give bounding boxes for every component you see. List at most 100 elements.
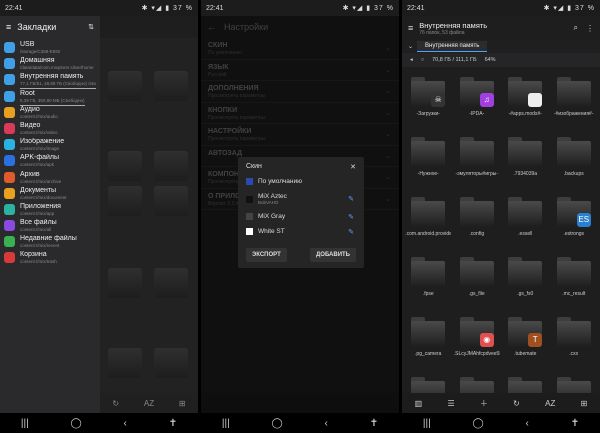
drawer-item[interactable]: Внутренняя память 77,1 ГБ/51, 48,88 ГБ (С… <box>0 70 100 90</box>
sort-button[interactable]: AZ <box>545 399 555 408</box>
tab-internal-storage[interactable]: Внутренняя память <box>417 41 488 52</box>
back-button[interactable]: ‹ <box>124 418 127 429</box>
folder-name: .7934039a <box>513 171 538 177</box>
home-button[interactable]: ◯ <box>473 418 484 429</box>
folder-item[interactable]: .config <box>453 191 502 251</box>
folder-item[interactable]: .cxx <box>550 311 599 371</box>
back-button[interactable]: ‹ <box>526 418 529 429</box>
drawer-item[interactable]: Изображение content://mix/image <box>0 135 100 151</box>
folder-name: -эмуляторы#игры- <box>455 171 499 177</box>
folder-item[interactable]: .backups <box>550 131 599 191</box>
select-icon[interactable]: ⊞ <box>179 399 186 408</box>
recents-button[interactable]: ||| <box>21 418 29 429</box>
list-view-icon[interactable]: ☰ <box>447 399 454 408</box>
drawer-item-text: Приложения content://mix/app <box>20 203 61 217</box>
phone-file-browser: 22:41 ✱ ▾◢ ▮ 37 % ≡ Внутренняя память 76… <box>402 0 600 433</box>
drawer-item-text: Недавние файлы content://mix/recent <box>20 235 77 249</box>
drawer-item[interactable]: APK-файлы content://mix/apk <box>0 151 100 167</box>
folder-item[interactable]: .essell <box>501 191 550 251</box>
recents-button[interactable]: ||| <box>423 418 431 429</box>
home-button[interactable]: ◯ <box>272 418 283 429</box>
back-button[interactable]: ‹ <box>325 418 328 429</box>
android-nav-bar: ||| ◯ ‹ ✝ <box>402 413 600 433</box>
folder-item[interactable]: .fpse <box>404 251 453 311</box>
folder-name: .config <box>469 231 485 237</box>
folder-item[interactable]: -#apps.mods#- <box>501 71 550 131</box>
drawer-item[interactable]: Домашняя/data/data/com.mixplorer.silver/… <box>0 54 100 70</box>
folder-item[interactable]: .gs_fs0 <box>501 251 550 311</box>
menu-icon[interactable]: ≡ <box>408 23 413 33</box>
edit-icon[interactable]: ✎ <box>348 195 354 203</box>
skin-option[interactable]: MiX Gray ✎ <box>246 209 356 224</box>
drawer-item-path: content://mix/audio <box>20 113 58 119</box>
drawer-item[interactable]: Приложения content://mix/app <box>0 200 100 216</box>
folder-badge-icon: ES <box>576 213 591 227</box>
drawer-item-path: content://mix/apk <box>20 162 55 168</box>
assistant-button[interactable]: ✝ <box>571 418 579 429</box>
add-button[interactable]: ДОБАВИТЬ <box>310 248 356 262</box>
folder-name: -Загрузки- <box>416 111 440 117</box>
drawer-item[interactable]: Документы content://mix/document <box>0 184 100 200</box>
status-time: 22:41 <box>206 4 224 12</box>
skin-option[interactable]: MiX Aztec BobVAHO ✎ <box>246 189 356 209</box>
home-button[interactable]: ◯ <box>71 418 82 429</box>
export-button[interactable]: ЭКСПОРТ <box>246 248 287 262</box>
skin-option[interactable]: По умолчанию <box>246 174 356 189</box>
skin-option[interactable]: White ST ✎ <box>246 224 356 239</box>
select-icon[interactable]: ⊞ <box>581 399 588 408</box>
folder-icon: ◉ <box>459 317 494 347</box>
add-icon[interactable]: ＋ <box>480 398 488 409</box>
folder-item[interactable]: -эмуляторы#игры- <box>453 131 502 191</box>
folder-item[interactable]: ☠ -Загрузки- <box>404 71 453 131</box>
edit-icon[interactable]: ✎ <box>348 228 354 236</box>
menu-icon[interactable]: ≡ <box>6 22 11 32</box>
tabs-icon[interactable]: ▥ <box>415 399 423 408</box>
chevron-down-icon[interactable]: ⌄ <box>408 43 413 50</box>
folder-icon <box>459 197 494 227</box>
folder-item[interactable]: -Нужное- <box>404 131 453 191</box>
refresh-icon[interactable]: ↻ <box>112 399 119 408</box>
folder-name: .essell <box>518 231 533 237</box>
sort-button[interactable]: AZ <box>144 399 154 408</box>
folder-item[interactable]: ◉ .SLcyJMAhfcpdvee5RUhdeyr_M+ <box>453 311 502 371</box>
drawer-item-text: Видео content://mix/video <box>20 122 58 136</box>
folder-placeholder <box>154 268 188 298</box>
drawer-item[interactable]: Архив content://mix/archive <box>0 168 100 184</box>
drawer-item[interactable]: USB/storage/C388-E592 <box>0 38 100 54</box>
assistant-button[interactable]: ✝ <box>370 418 378 429</box>
recents-button[interactable]: ||| <box>222 418 230 429</box>
refresh-icon[interactable]: ↻ <box>513 399 520 408</box>
folder-item[interactable]: ES .estrongs <box>550 191 599 251</box>
folder-placeholder <box>108 268 142 298</box>
folder-item[interactable]: .pg_camera <box>404 311 453 371</box>
edit-icon[interactable]: ✎ <box>348 213 354 221</box>
folder-item[interactable]: .mc_result <box>550 251 599 311</box>
more-icon[interactable]: ⋮ <box>586 24 594 33</box>
close-icon[interactable]: ✕ <box>350 163 356 174</box>
drawer-list: USB/storage/C388-E592 Домашняя/data/data/… <box>0 38 100 265</box>
assistant-button[interactable]: ✝ <box>169 418 177 429</box>
home-icon <box>4 58 15 70</box>
drawer-item[interactable]: Видео content://mix/video <box>0 119 100 135</box>
drawer-item[interactable]: Недавние файлы content://mix/recent <box>0 232 100 248</box>
drawer-item[interactable]: Корзина content://mix/trash <box>0 248 100 264</box>
folder-item[interactable]: .gs_file <box>453 251 502 311</box>
folder-name: .SLcyJMAhfcpdvee5RUhdeyr_M+ <box>453 351 500 357</box>
drawer-item[interactable]: Аудио content://mix/audio <box>0 103 100 119</box>
search-icon[interactable]: ⌕ <box>574 23 578 33</box>
status-icons: ✱ ▾◢ ▮ 37 % <box>543 5 595 12</box>
status-bar: 22:41 ✱ ▾◢ ▮ 37 % <box>402 0 600 16</box>
folder-item[interactable]: ♫ -IPDA- <box>453 71 502 131</box>
drawer-item[interactable]: Все файлы content://mix/all <box>0 216 100 232</box>
back-icon[interactable]: ◂ <box>410 57 413 63</box>
all-files-icon <box>4 220 15 232</box>
drawer-item-label: USB <box>20 41 35 48</box>
folder-item[interactable]: T .tubemate <box>501 311 550 371</box>
folder-icon <box>508 257 543 287</box>
folder-item[interactable]: -#изображения#- <box>550 71 599 131</box>
folder-item[interactable]: .com.android.providers.downloads.ui <box>404 191 453 251</box>
drawer-item-text: APK-файлы content://mix/apk <box>20 154 59 168</box>
folder-item[interactable]: .7934039a <box>501 131 550 191</box>
background-file-grid <box>100 38 198 393</box>
sort-icon[interactable]: ⇅ <box>88 23 94 31</box>
